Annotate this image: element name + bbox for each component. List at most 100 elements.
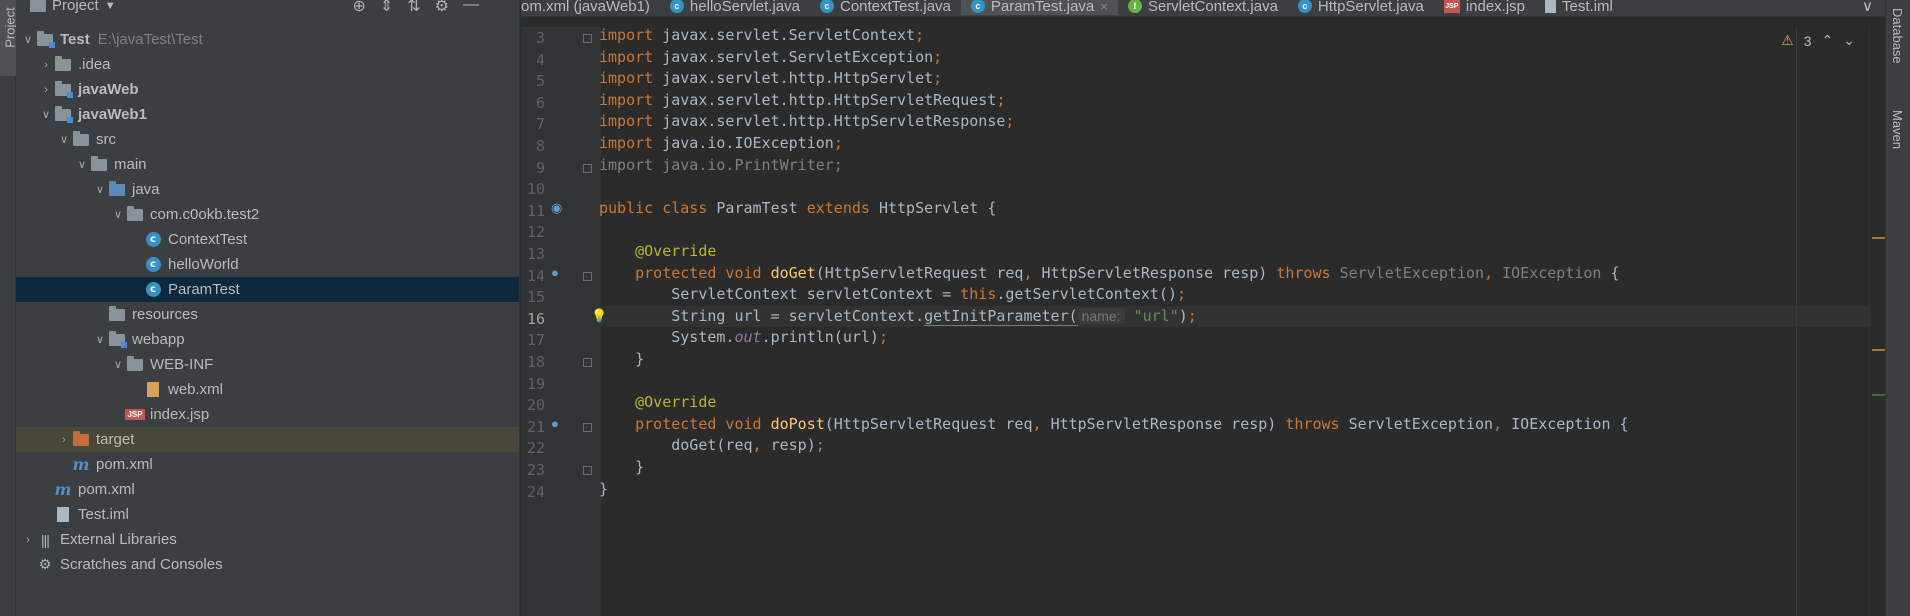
expanded-arrow-icon[interactable]: ∨ bbox=[56, 133, 72, 146]
collapsed-arrow-icon[interactable]: › bbox=[56, 434, 72, 446]
expanded-arrow-icon[interactable]: ∨ bbox=[110, 358, 126, 371]
fold-marker-icon[interactable] bbox=[583, 466, 592, 475]
code-line[interactable]: import java.io.PrintWriter; bbox=[599, 155, 843, 177]
tree-item[interactable]: c ParamTest bbox=[16, 277, 519, 302]
collapsed-arrow-icon[interactable]: › bbox=[38, 59, 54, 71]
scroll-marker[interactable] bbox=[1872, 349, 1886, 351]
expanded-arrow-icon[interactable]: ∨ bbox=[110, 208, 126, 221]
hide-icon[interactable]: — bbox=[463, 0, 479, 16]
implementation-marker-icon[interactable]: ◉ bbox=[551, 200, 562, 216]
tree-item[interactable]: ∨ main bbox=[16, 152, 519, 177]
next-highlight-icon[interactable]: ⌄ bbox=[1843, 32, 1855, 49]
tree-item[interactable]: JSP index.jsp bbox=[16, 402, 519, 427]
tree-item[interactable]: ∨ webapp bbox=[16, 327, 519, 352]
tree-item[interactable]: ∨ src bbox=[16, 127, 519, 152]
tree-item[interactable]: › target bbox=[16, 427, 519, 452]
tree-item[interactable]: resources bbox=[16, 302, 519, 327]
tree-item[interactable]: ∨ java bbox=[16, 177, 519, 202]
fold-marker-icon[interactable] bbox=[583, 422, 592, 432]
tree-item[interactable]: Test.iml bbox=[16, 502, 519, 527]
project-panel-title: Project bbox=[52, 0, 99, 14]
fold-marker-icon[interactable] bbox=[583, 163, 592, 173]
collapse-all-icon[interactable]: ⇅ bbox=[407, 0, 420, 16]
code-line[interactable]: @Override bbox=[599, 392, 716, 414]
fold-marker-icon[interactable] bbox=[583, 34, 592, 43]
code-line[interactable]: import javax.servlet.ServletContext; bbox=[599, 25, 924, 47]
editor-tab[interactable]: c ContextTest.java bbox=[810, 0, 961, 15]
code-line[interactable]: } bbox=[599, 479, 608, 501]
inspection-widget[interactable]: ⚠ 3 ⌃ ⌄ bbox=[1781, 32, 1855, 49]
tree-item[interactable]: › ||| External Libraries bbox=[16, 527, 519, 552]
code-line[interactable]: protected void doPost(HttpServletRequest… bbox=[599, 414, 1628, 436]
tree-item[interactable]: m pom.xml bbox=[16, 452, 519, 477]
line-number: 6 bbox=[535, 93, 545, 112]
collapsed-arrow-icon[interactable]: › bbox=[20, 534, 36, 546]
right-tool-strip: Database Maven bbox=[1885, 0, 1910, 616]
code-line[interactable]: String url = servletContext.getInitParam… bbox=[599, 306, 1197, 328]
expand-all-icon[interactable]: ⇕ bbox=[380, 0, 393, 16]
code-token: } bbox=[599, 350, 645, 368]
code-line[interactable]: import javax.servlet.ServletException; bbox=[599, 47, 942, 69]
code-line[interactable]: doGet(req, resp); bbox=[599, 435, 825, 457]
code-token: javax.servlet.ServletContext bbox=[662, 26, 916, 44]
expanded-arrow-icon[interactable]: ∨ bbox=[74, 158, 90, 171]
scroll-marker[interactable] bbox=[1872, 394, 1886, 396]
interface-file-icon: I bbox=[1127, 0, 1142, 13]
tree-item[interactable]: ∨ com.c0okb.test2 bbox=[16, 202, 519, 227]
code-editor[interactable]: 3 4 5 6 7 8 9 10 11 12 13 14 15 16 17 18 19 20 21 22 23 24 ◉ ● ●… bbox=[521, 25, 1886, 616]
tree-item[interactable]: ⚙ Scratches and Consoles bbox=[16, 552, 519, 577]
database-tool-tab[interactable]: Database bbox=[1890, 8, 1905, 64]
code-line[interactable]: import javax.servlet.http.HttpServlet; bbox=[599, 68, 942, 90]
expanded-arrow-icon[interactable]: ∨ bbox=[92, 333, 108, 346]
previous-highlight-icon[interactable]: ⌃ bbox=[1822, 32, 1834, 49]
tree-item[interactable]: › javaWeb bbox=[16, 77, 519, 102]
expanded-arrow-icon[interactable]: ∨ bbox=[92, 183, 108, 196]
editor-tab[interactable]: Test.iml bbox=[1535, 0, 1623, 15]
gear-icon[interactable]: ⚙ bbox=[435, 0, 449, 16]
locate-icon[interactable]: ⊕ bbox=[352, 0, 365, 16]
folder-icon bbox=[54, 55, 72, 71]
fold-marker-icon[interactable] bbox=[583, 271, 592, 281]
line-number: 4 bbox=[535, 50, 545, 69]
code-line[interactable]: ServletContext servletContext = this.get… bbox=[599, 284, 1186, 306]
tree-item[interactable]: ∨ Test E:\javaTest\Test bbox=[16, 27, 519, 52]
override-marker-icon[interactable]: ● bbox=[551, 265, 559, 280]
editor-tab[interactable]: I ServletContext.java bbox=[1118, 0, 1288, 15]
expanded-arrow-icon[interactable]: ∨ bbox=[20, 33, 36, 46]
tree-item[interactable]: web.xml bbox=[16, 377, 519, 402]
fold-marker-icon[interactable] bbox=[583, 358, 592, 367]
scroll-marker[interactable] bbox=[1872, 237, 1886, 239]
code-line[interactable]: } bbox=[599, 457, 644, 479]
tree-item[interactable]: c helloWorld bbox=[16, 252, 519, 277]
editor-tab[interactable]: om.xml (javaWeb1) bbox=[521, 0, 660, 15]
override-marker-icon[interactable]: ● bbox=[551, 416, 559, 431]
code-line[interactable]: import java.io.IOException; bbox=[599, 133, 843, 155]
close-tab-icon[interactable]: × bbox=[1100, 0, 1108, 14]
tree-item[interactable]: m pom.xml bbox=[16, 477, 519, 502]
editor-tab[interactable]: c HttpServlet.java bbox=[1288, 0, 1434, 15]
folder-icon bbox=[126, 355, 144, 371]
code-line[interactable]: import javax.servlet.http.HttpServletReq… bbox=[599, 90, 1005, 112]
code-line[interactable]: public class ParamTest extends HttpServl… bbox=[599, 198, 996, 220]
tree-item-label: com.c0okb.test2 bbox=[150, 206, 260, 223]
tree-item[interactable]: c ContextTest bbox=[16, 227, 519, 252]
editor-tab[interactable]: c helloServlet.java bbox=[660, 0, 810, 15]
expanded-arrow-icon[interactable]: ∨ bbox=[38, 108, 54, 121]
folder-mod-icon bbox=[108, 330, 127, 348]
code-line[interactable]: @Override bbox=[599, 241, 716, 263]
collapsed-arrow-icon[interactable]: › bbox=[38, 84, 54, 96]
maven-tool-tab[interactable]: Maven bbox=[1890, 110, 1905, 149]
project-view-selector[interactable]: Project ▼ bbox=[30, 0, 116, 14]
tree-item[interactable]: ∨ javaWeb1 bbox=[16, 102, 519, 127]
tree-item[interactable]: › .idea bbox=[16, 52, 519, 77]
code-line[interactable]: protected void doGet(HttpServletRequest … bbox=[599, 263, 1619, 285]
code-token: javax.servlet.http.HttpServlet bbox=[662, 69, 934, 88]
code-token: javax.servlet.http.HttpServletResponse bbox=[662, 112, 1006, 131]
tree-item[interactable]: ∨ WEB-INF bbox=[16, 352, 519, 377]
editor-tab[interactable]: c ParamTest.java × bbox=[960, 0, 1118, 16]
code-line[interactable]: System.out.println(url); bbox=[599, 327, 888, 349]
editor-scrollbar[interactable] bbox=[1869, 27, 1886, 616]
editor-tab[interactable]: JSP index.jsp bbox=[1434, 0, 1535, 15]
code-line[interactable]: import javax.servlet.http.HttpServletRes… bbox=[599, 111, 1014, 133]
code-line[interactable]: } bbox=[599, 349, 644, 371]
